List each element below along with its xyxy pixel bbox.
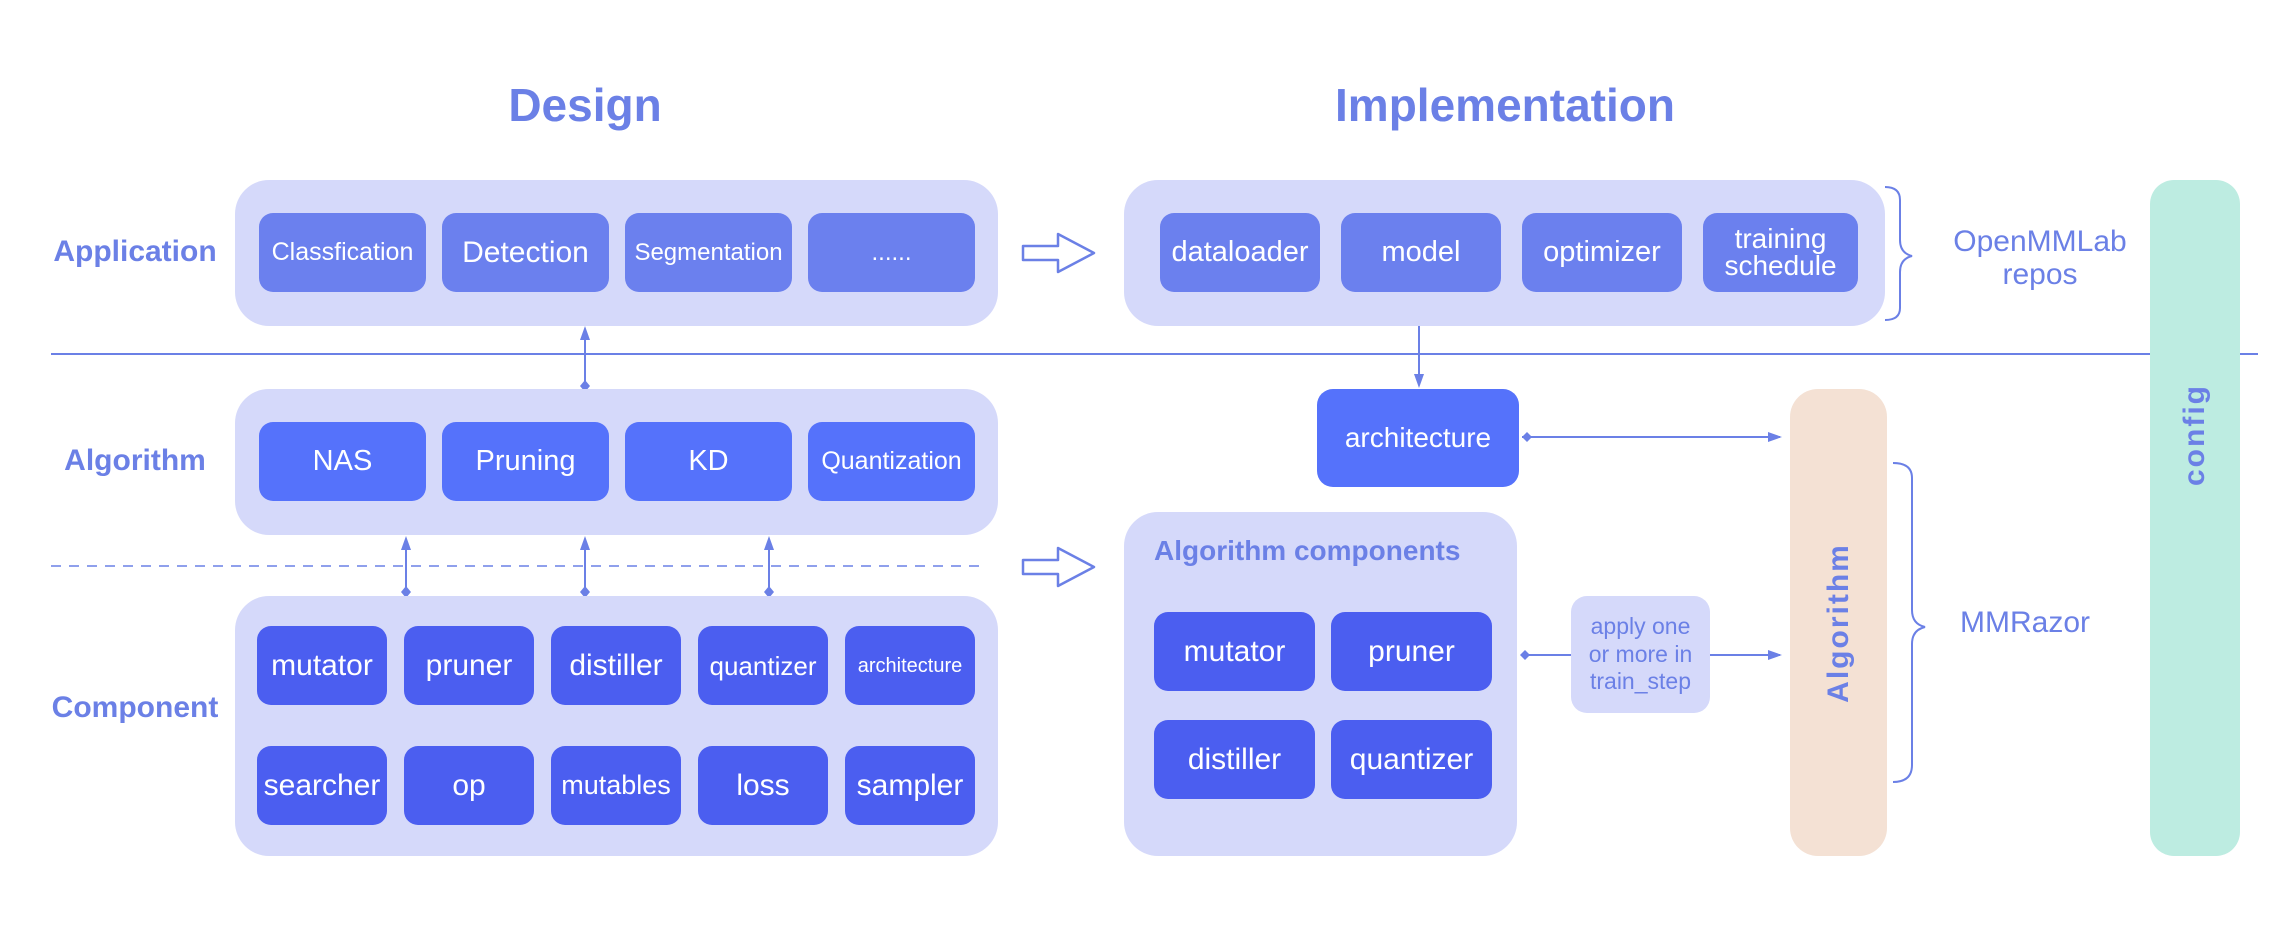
training-schedule-line-1: training	[1734, 222, 1827, 254]
apply-note-line-1: apply one	[1590, 613, 1691, 640]
hollow-arrow-top	[1021, 232, 1096, 274]
algorithm-item-pruning[interactable]: Pruning	[442, 422, 609, 501]
app-item-detection[interactable]: Detection	[442, 213, 609, 292]
component-item-architecture[interactable]: architecture	[845, 626, 975, 705]
repo-item-model[interactable]: model	[1341, 213, 1501, 292]
algorithm-item-kd[interactable]: KD	[625, 422, 792, 501]
repo-item-dataloader[interactable]: dataloader	[1160, 213, 1320, 292]
mmrazor-label: MMRazor	[1959, 606, 2090, 639]
apply-note-line-3: train_step	[1589, 668, 1691, 695]
arrow-app-algorithm	[580, 326, 590, 392]
impl-component-mutator[interactable]: mutator	[1154, 612, 1315, 691]
component-item-mutables[interactable]: mutables	[551, 746, 681, 825]
config-bar[interactable]: config	[2150, 180, 2240, 856]
component-item-sampler[interactable]: sampler	[845, 746, 975, 825]
algorithm-bar-label: Algorithm	[1821, 542, 1855, 703]
algorithm-item-nas[interactable]: NAS	[259, 422, 426, 501]
apply-note-line-2: or more in	[1588, 640, 1693, 667]
hollow-arrow-bottom	[1021, 546, 1096, 588]
training-schedule-line-2: schedule	[1724, 249, 1837, 281]
impl-component-pruner[interactable]: pruner	[1331, 612, 1492, 691]
openmmlab-repos-label: OpenMMLab repos	[1925, 225, 2155, 291]
app-item-more[interactable]: ......	[808, 213, 975, 292]
component-item-quantizer[interactable]: quantizer	[698, 626, 828, 705]
component-item-distiller[interactable]: distiller	[551, 626, 681, 705]
arrow-architecture-algorithm	[1522, 432, 1782, 442]
arrow-apply-algorithm	[1710, 650, 1782, 660]
impl-component-distiller[interactable]: distiller	[1154, 720, 1315, 799]
component-item-op[interactable]: op	[404, 746, 534, 825]
repo-item-optimizer[interactable]: optimizer	[1522, 213, 1682, 292]
component-item-loss[interactable]: loss	[698, 746, 828, 825]
app-item-classification[interactable]: Classfication	[259, 213, 426, 292]
brace-openmmlab	[1884, 186, 1913, 321]
component-item-pruner[interactable]: pruner	[404, 626, 534, 705]
algorithm-bar[interactable]: Algorithm	[1790, 389, 1887, 856]
component-item-searcher[interactable]: searcher	[257, 746, 387, 825]
algorithm-item-quantization[interactable]: Quantization	[808, 422, 975, 501]
architecture-box[interactable]: architecture	[1317, 389, 1519, 487]
openmmlab-label-line-1: OpenMMLab	[1953, 225, 2127, 258]
apply-note: apply one or more in train_step	[1571, 596, 1710, 713]
arrow-components-apply	[1520, 650, 1571, 660]
impl-component-quantizer[interactable]: quantizer	[1331, 720, 1492, 799]
algorithm-components-title: Algorithm components	[1154, 535, 1461, 566]
config-bar-label: config	[2178, 384, 2211, 486]
openmmlab-label-line-2: repos	[2002, 258, 2078, 291]
component-item-mutator[interactable]: mutator	[257, 626, 387, 705]
app-item-segmentation[interactable]: Segmentation	[625, 213, 792, 292]
brace-mmrazor	[1892, 462, 1926, 783]
repo-item-training-schedule[interactable]: training schedule	[1703, 213, 1858, 292]
